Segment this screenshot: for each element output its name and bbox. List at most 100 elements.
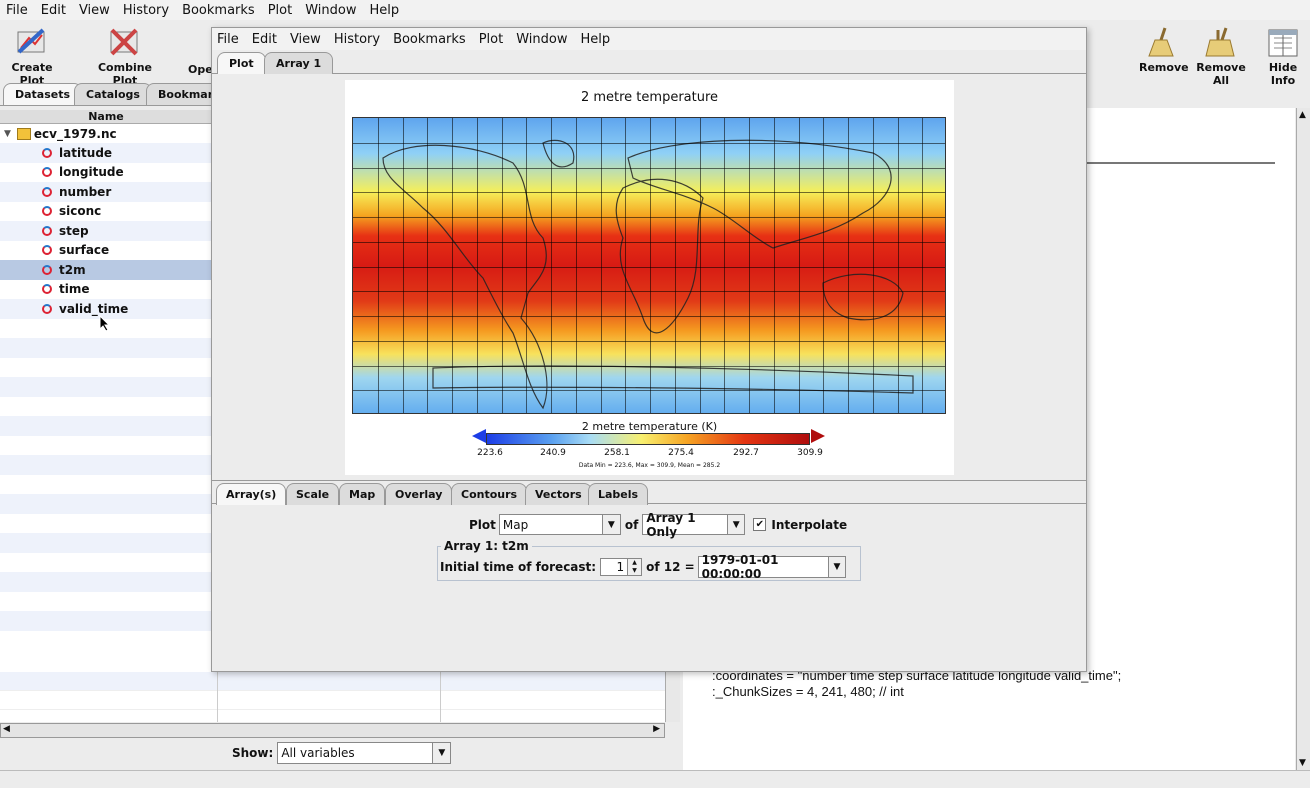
empty-row (0, 553, 212, 573)
menu-view[interactable]: View (79, 3, 110, 18)
combine-plot-button[interactable]: Combine Plot (86, 26, 164, 87)
plot-menu-plot[interactable]: Plot (479, 32, 504, 47)
remove-button[interactable]: Remove (1139, 26, 1189, 74)
tab-map[interactable]: Map (339, 483, 386, 505)
table-row (0, 672, 665, 691)
map-gridline (353, 291, 945, 293)
temperature-map (352, 117, 946, 414)
tab-plot[interactable]: Plot (217, 52, 266, 74)
tab-contours[interactable]: Contours (451, 483, 528, 505)
variable-icon (42, 303, 52, 314)
open-button[interactable]: Ope (188, 63, 213, 76)
remove-all-button[interactable]: Remove All (1189, 26, 1253, 87)
variable-icon (42, 206, 52, 217)
tab-labels[interactable]: Labels (588, 483, 649, 505)
menu-history[interactable]: History (123, 3, 169, 18)
colorbar (486, 433, 810, 445)
plot-menu-edit[interactable]: Edit (252, 32, 277, 47)
empty-row (0, 514, 212, 534)
tab-catalogs[interactable]: Catalogs (74, 83, 152, 105)
tree-variable-row[interactable]: number (0, 182, 212, 202)
dataset-tree: Name ▼ ecv_1979.nc latitude longitude numb… (0, 110, 212, 672)
tab-array-1[interactable]: Array 1 (264, 52, 334, 74)
empty-row (0, 611, 212, 631)
forecast-row: Initial time of forecast: 1 ▲ ▼ of 12 = 1… (440, 553, 846, 581)
tree-variable-row[interactable]: siconc (0, 202, 212, 222)
scroll-right-icon[interactable]: ▶ (653, 724, 660, 734)
array-group-title: Array 1: t2m (441, 539, 532, 553)
chevron-down-icon[interactable]: ▼ (828, 557, 845, 577)
menu-plot[interactable]: Plot (268, 3, 293, 18)
menu-bookmarks[interactable]: Bookmarks (182, 3, 255, 18)
hide-info-button[interactable]: Hide Info (1257, 26, 1309, 87)
expand-arrow-icon[interactable]: ▼ (4, 129, 11, 139)
map-gridline (353, 142, 945, 144)
plot-menu-file[interactable]: File (217, 32, 239, 47)
column-divider (217, 672, 218, 722)
variable-icon (42, 167, 52, 178)
colorbar-tick: 223.6 (477, 448, 503, 458)
table-vertical-scrollbar[interactable] (665, 672, 680, 722)
tree-variable-row[interactable]: latitude (0, 143, 212, 163)
empty-row (0, 416, 212, 436)
colorbar-tick: 240.9 (540, 448, 566, 458)
empty-row (0, 494, 212, 514)
plot-menu-help[interactable]: Help (580, 32, 610, 47)
menu-file[interactable]: File (6, 3, 28, 18)
scroll-up-icon[interactable]: ▲ (1299, 110, 1306, 120)
show-filter-select[interactable]: All variables ▼ (277, 742, 452, 764)
empty-row (0, 358, 212, 378)
hide-info-icon (1266, 26, 1300, 58)
show-filter: Show: All variables ▼ (232, 742, 452, 764)
tab-arrays[interactable]: Array(s) (216, 483, 287, 505)
colorbar-tick: 258.1 (604, 448, 630, 458)
data-statistics: Data Min = 223.6, Max = 309.9, Mean = 28… (578, 462, 721, 469)
tree-variable-row[interactable]: time (0, 280, 212, 300)
chevron-down-icon[interactable]: ▼ (432, 743, 451, 763)
plot-menu-history[interactable]: History (334, 32, 380, 47)
scroll-left-icon[interactable]: ◀ (3, 724, 10, 734)
tree-variable-row[interactable]: t2m (0, 260, 212, 280)
tree-header[interactable]: Name (0, 110, 212, 124)
tab-vectors[interactable]: Vectors (525, 483, 592, 505)
forecast-time-select[interactable]: 1979-01-01 00:00:00 ▼ (697, 553, 846, 581)
empty-row (0, 338, 212, 358)
tab-overlay[interactable]: Overlay (385, 483, 453, 505)
tree-dataset-row[interactable]: ▼ ecv_1979.nc (0, 124, 212, 143)
chevron-down-icon[interactable]: ▼ (601, 515, 620, 534)
plot-type-select[interactable]: Map ▼ (498, 514, 621, 535)
plot-menu-window[interactable]: Window (516, 32, 567, 47)
dataset-file-icon (16, 127, 31, 140)
menu-help[interactable]: Help (369, 3, 399, 18)
scroll-down-icon[interactable]: ▼ (1299, 758, 1306, 768)
table-horizontal-scrollbar[interactable]: ◀ ▶ (0, 723, 665, 738)
tab-datasets[interactable]: Datasets (3, 83, 83, 105)
empty-row (0, 572, 212, 592)
forecast-index-spinner[interactable]: 1 ▲ ▼ (600, 558, 643, 576)
plot-menu-view[interactable]: View (290, 32, 321, 47)
menu-edit[interactable]: Edit (41, 3, 66, 18)
tab-scale[interactable]: Scale (286, 483, 340, 505)
tree-variable-row[interactable]: surface (0, 241, 212, 261)
interpolate-checkbox[interactable]: ✔ (753, 518, 767, 531)
colorbar-tick: 309.9 (797, 448, 823, 458)
plot-title: 2 metre temperature (580, 90, 719, 105)
tree-variable-row[interactable]: longitude (0, 163, 212, 183)
plot-canvas: 2 metre temperature 2 metre temperature … (345, 80, 954, 475)
variable-icon (42, 264, 52, 275)
colorbar-low-arrow (472, 429, 486, 443)
menu-window[interactable]: Window (305, 3, 356, 18)
array-select[interactable]: Array 1 Only ▼ (642, 511, 746, 539)
chevron-down-icon[interactable]: ▼ (727, 515, 745, 534)
empty-row (0, 455, 212, 475)
tree-variable-row[interactable]: step (0, 221, 212, 241)
colorbar-tick: 292.7 (733, 448, 759, 458)
broom-icon (1145, 26, 1179, 58)
empty-row (0, 436, 212, 456)
info-vertical-scrollbar[interactable]: ▲ ▼ (1296, 108, 1310, 770)
plot-menu-bookmarks[interactable]: Bookmarks (393, 32, 466, 47)
spinner-arrows-icon[interactable]: ▲ ▼ (627, 559, 642, 575)
create-plot-button[interactable]: Create Plot (1, 26, 63, 87)
map-gridline (353, 316, 945, 317)
variable-list: latitude longitude number siconc step surface… (0, 143, 212, 650)
